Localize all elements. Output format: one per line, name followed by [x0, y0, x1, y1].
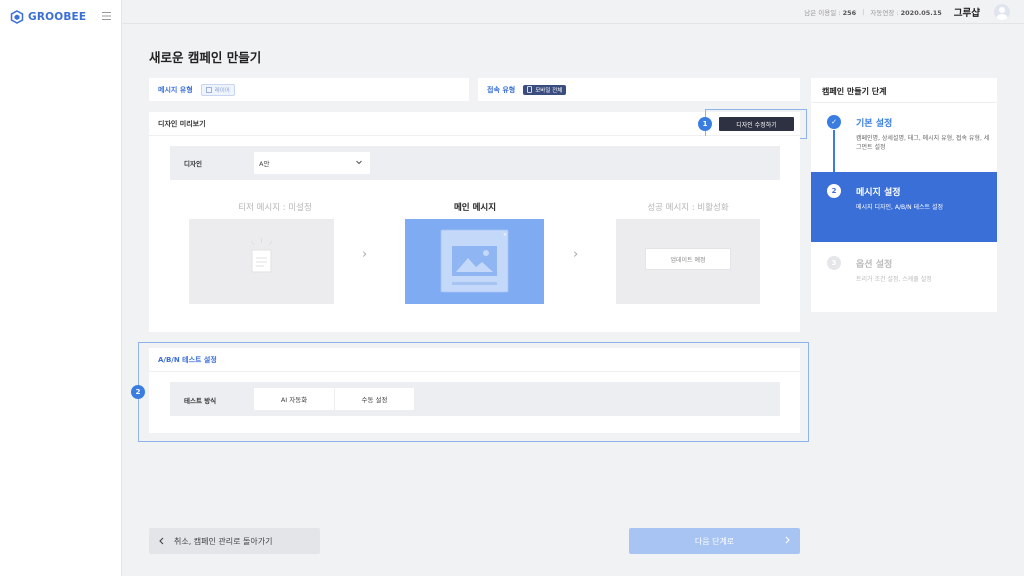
step-basic[interactable]: ✓ 기본 설정 캠페인명, 상세설명, 태그, 메시지 유형, 접속 유형, 세… [811, 103, 997, 172]
main-message-preview[interactable]: × [405, 219, 544, 304]
teaser-title: 티저 메시지 : 미설정 [238, 203, 312, 213]
hamburger-menu-icon[interactable] [102, 12, 111, 20]
step-message[interactable]: 2 메시지 설정 메시지 디자인, A/B/N 테스트 설정 [811, 172, 997, 242]
topbar: 남은 이용일 : 256 | 자동연장 : 2020.05.15 그루샵 [122, 0, 1024, 24]
teaser-bell-icon [250, 238, 273, 273]
arrow-right-icon: › [573, 247, 579, 262]
design-row: 디자인 A안 [170, 146, 780, 180]
design-select-value: A안 [259, 160, 270, 168]
access-type-card: 접속 유형 모바일 전체 [478, 78, 800, 101]
username[interactable]: 그루샵 [954, 5, 980, 19]
cancel-button[interactable]: 취소, 캠페인 관리로 돌아가기 [149, 528, 320, 554]
teaser-preview[interactable] [189, 219, 334, 304]
expire-value: 2020.05.15 [900, 8, 942, 17]
step-options[interactable]: 3 옵션 설정 트리거 조건 설정, 스케쥴 설정 [811, 242, 997, 308]
ab-test-header: A/B/N 테스트 설정 [149, 348, 800, 372]
access-type-label: 접속 유형 [487, 85, 516, 94]
success-title: 성공 메시지 : 비활성화 [647, 203, 729, 213]
design-preview-title: 디자인 미리보기 [158, 119, 206, 128]
manual-option[interactable]: 수동 설정 [334, 388, 414, 410]
usage-value: 256 [842, 8, 857, 17]
arrow-right-icon: › [362, 247, 368, 262]
step-number: 3 [827, 256, 841, 270]
next-label: 다음 단계로 [694, 536, 735, 546]
groobee-logo-icon [10, 10, 24, 24]
access-type-chip: 모바일 전체 [523, 84, 567, 95]
step-number: 2 [827, 184, 841, 198]
next-step-button[interactable]: 다음 단계로 [629, 528, 800, 554]
step-badge-1: 1 [698, 117, 712, 131]
step-badge-2: 2 [131, 385, 145, 399]
cancel-label: 취소, 캠페인 관리로 돌아가기 [174, 536, 273, 546]
usage-info: 남은 이용일 : 256 [804, 7, 856, 17]
ai-auto-option[interactable]: AI 자동화 [254, 388, 334, 410]
edit-design-button[interactable]: 디자인 수정하기 [719, 117, 794, 131]
message-type-label: 메시지 유형 [158, 85, 193, 94]
usage-label: 남은 이용일 : [804, 8, 841, 17]
campaign-steps-panel: 캠페인 만들기 단계 ✓ 기본 설정 캠페인명, 상세설명, 태그, 메시지 유… [811, 78, 997, 312]
message-type-card: 메시지 유형 레이어 [149, 78, 469, 101]
user-icon [996, 6, 1008, 20]
update-planned-label: 업데이트 예정 [645, 248, 731, 270]
step-title: 옵션 설정 [856, 260, 893, 270]
message-type-value: 레이어 [214, 87, 230, 94]
check-icon: ✓ [827, 115, 841, 129]
mobile-icon [527, 86, 533, 93]
ab-test-title: A/B/N 테스트 설정 [158, 355, 217, 364]
design-label: 디자인 [184, 160, 202, 168]
step-desc: 캠페인명, 상세설명, 태그, 메시지 유형, 접속 유형, 세그먼트 설정 [856, 135, 990, 151]
test-method-label: 테스트 방식 [184, 397, 217, 405]
logo-text: GROOBEE [28, 11, 87, 23]
layer-icon [205, 86, 212, 93]
separator: | [862, 7, 865, 16]
avatar[interactable] [994, 3, 1010, 20]
image-placeholder-icon: × [440, 229, 509, 293]
step-desc: 메시지 디자인, A/B/N 테스트 설정 [856, 204, 944, 211]
step-title: 메시지 설정 [856, 188, 901, 198]
logo[interactable]: GROOBEE [10, 10, 86, 24]
chevron-down-icon [356, 160, 362, 165]
expire-label: 자동연장 : [870, 8, 899, 17]
test-method-row: 테스트 방식 AI 자동화 수동 설정 [170, 382, 780, 416]
design-select[interactable]: A안 [254, 152, 370, 174]
sidebar: GROOBEE [0, 0, 122, 576]
chevron-left-icon [159, 537, 164, 545]
step-title: 기본 설정 [856, 119, 893, 129]
page-title: 새로운 캠페인 만들기 [149, 50, 262, 65]
chevron-right-icon [785, 536, 790, 544]
svg-text:×: × [503, 232, 507, 238]
message-type-chip: 레이어 [200, 83, 235, 96]
main-message-title: 메인 메시지 [453, 203, 497, 213]
steps-title: 캠페인 만들기 단계 [822, 87, 887, 96]
access-type-value: 모바일 전체 [535, 87, 563, 94]
expire-info: 자동연장 : 2020.05.15 [870, 7, 941, 17]
step-desc: 트리거 조건 설정, 스케쥴 설정 [856, 276, 932, 283]
